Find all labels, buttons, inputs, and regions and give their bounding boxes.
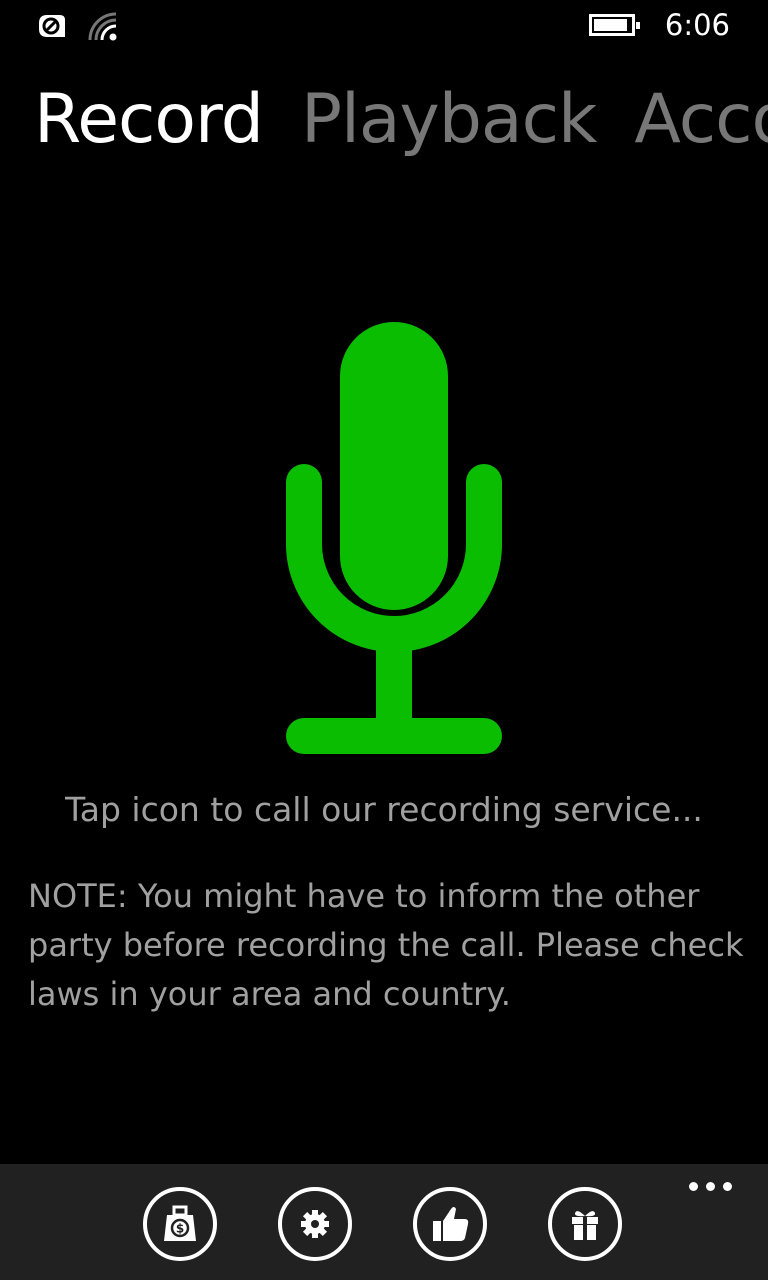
more-ellipsis-icon[interactable] [689,1182,732,1191]
gift-button[interactable] [548,1187,622,1261]
tab-record[interactable]: Record [34,80,264,159]
status-left [36,10,120,46]
wifi-icon [86,10,120,46]
money-bag-icon: $ [164,1205,196,1241]
settings-gear-icon [301,1210,329,1238]
tab-account[interactable]: Account [634,80,768,159]
thumbs-up-icon [433,1207,469,1241]
settings-button[interactable] [278,1187,352,1261]
record-call-button[interactable] [280,318,508,758]
data-sense-icon [36,11,68,45]
tap-instruction: Tap icon to call our recording service..… [65,790,703,829]
microphone-icon [286,322,502,754]
purchase-button[interactable]: $ [143,1187,217,1261]
battery-icon [588,14,640,36]
app-bar: $ [0,1164,768,1280]
rate-app-button[interactable] [413,1187,487,1261]
pivot-header: Record Playback Account [34,80,768,159]
clock-time: 6:06 [664,8,730,42]
status-right: 6:06 [588,8,730,42]
status-bar: 6:06 [0,0,768,56]
tab-playback[interactable]: Playback [301,80,597,159]
legal-note: NOTE: You might have to inform the other… [28,877,744,1013]
svg-text:$: $ [176,1222,184,1236]
gift-icon [572,1211,598,1240]
phone-screen: 6:06 Record Playback Account Tap icon to c… [0,0,768,1280]
